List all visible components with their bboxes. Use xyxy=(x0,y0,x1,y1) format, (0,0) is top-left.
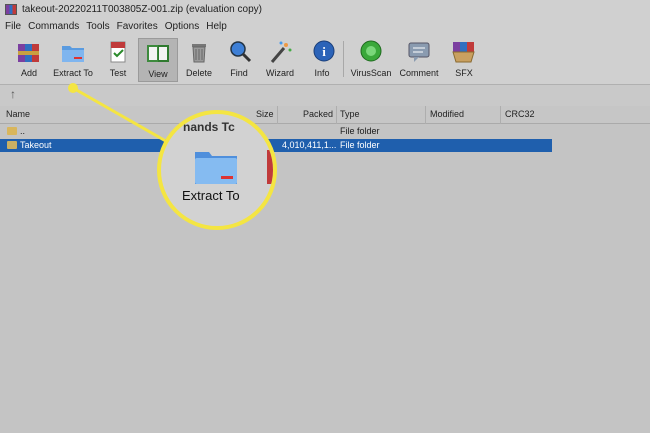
callout-pointer xyxy=(68,83,179,150)
zoom-callout: nands Tc Extract To xyxy=(157,110,277,230)
zoom-menu-text: nands Tc xyxy=(183,120,235,134)
extract-to-folder-icon xyxy=(193,148,239,186)
zoom-extract-to-label: Extract To xyxy=(182,188,240,203)
